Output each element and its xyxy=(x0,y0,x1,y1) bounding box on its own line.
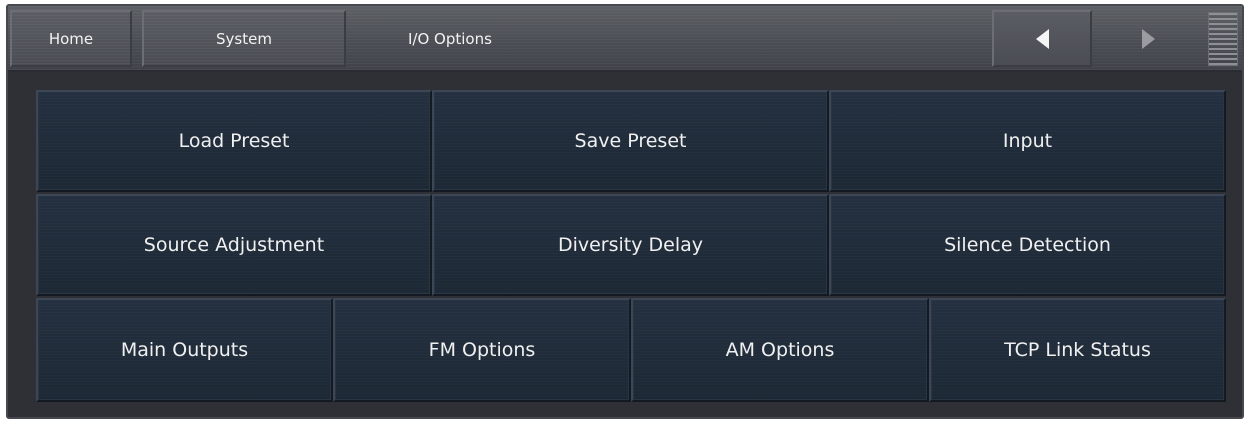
main-outputs-label: Main Outputs xyxy=(120,339,249,361)
app-frame: Home System I/O Options Load Preset Save… xyxy=(6,4,1244,419)
save-preset-button[interactable]: Save Preset xyxy=(432,90,829,192)
save-preset-label: Save Preset xyxy=(574,130,687,152)
source-adjustment-button[interactable]: Source Adjustment xyxy=(36,194,432,296)
top-nav-bar: Home System I/O Options xyxy=(8,6,1242,72)
load-preset-label: Load Preset xyxy=(178,130,290,152)
home-tab[interactable]: Home xyxy=(10,10,132,67)
silence-detection-label: Silence Detection xyxy=(944,234,1111,256)
system-tab-label: System xyxy=(216,29,272,48)
triangle-right-icon xyxy=(1141,28,1155,49)
current-page-label: I/O Options xyxy=(408,29,492,48)
diversity-delay-label: Diversity Delay xyxy=(557,234,704,256)
load-preset-button[interactable]: Load Preset xyxy=(36,90,432,192)
am-options-button[interactable]: AM Options xyxy=(631,298,929,402)
triangle-left-icon xyxy=(1035,28,1049,49)
fm-options-label: FM Options xyxy=(428,339,536,361)
home-tab-label: Home xyxy=(48,29,94,48)
main-outputs-button[interactable]: Main Outputs xyxy=(36,298,333,402)
button-grid: Load Preset Save Preset Input Source Adj… xyxy=(36,90,1226,402)
current-page-breadcrumb: I/O Options xyxy=(400,10,600,67)
previous-page-button[interactable] xyxy=(992,10,1092,67)
menu-lines-icon[interactable] xyxy=(1208,12,1238,66)
system-tab[interactable]: System xyxy=(142,10,346,67)
fm-options-button[interactable]: FM Options xyxy=(333,298,631,402)
am-options-label: AM Options xyxy=(725,339,835,361)
tcp-link-status-label: TCP Link Status xyxy=(1004,339,1151,361)
input-label: Input xyxy=(1002,130,1053,152)
tcp-link-status-button[interactable]: TCP Link Status xyxy=(929,298,1226,402)
diversity-delay-button[interactable]: Diversity Delay xyxy=(432,194,829,296)
silence-detection-button[interactable]: Silence Detection xyxy=(829,194,1226,296)
source-adjustment-label: Source Adjustment xyxy=(143,234,325,256)
next-page-button[interactable] xyxy=(1098,10,1198,67)
input-button[interactable]: Input xyxy=(829,90,1226,192)
